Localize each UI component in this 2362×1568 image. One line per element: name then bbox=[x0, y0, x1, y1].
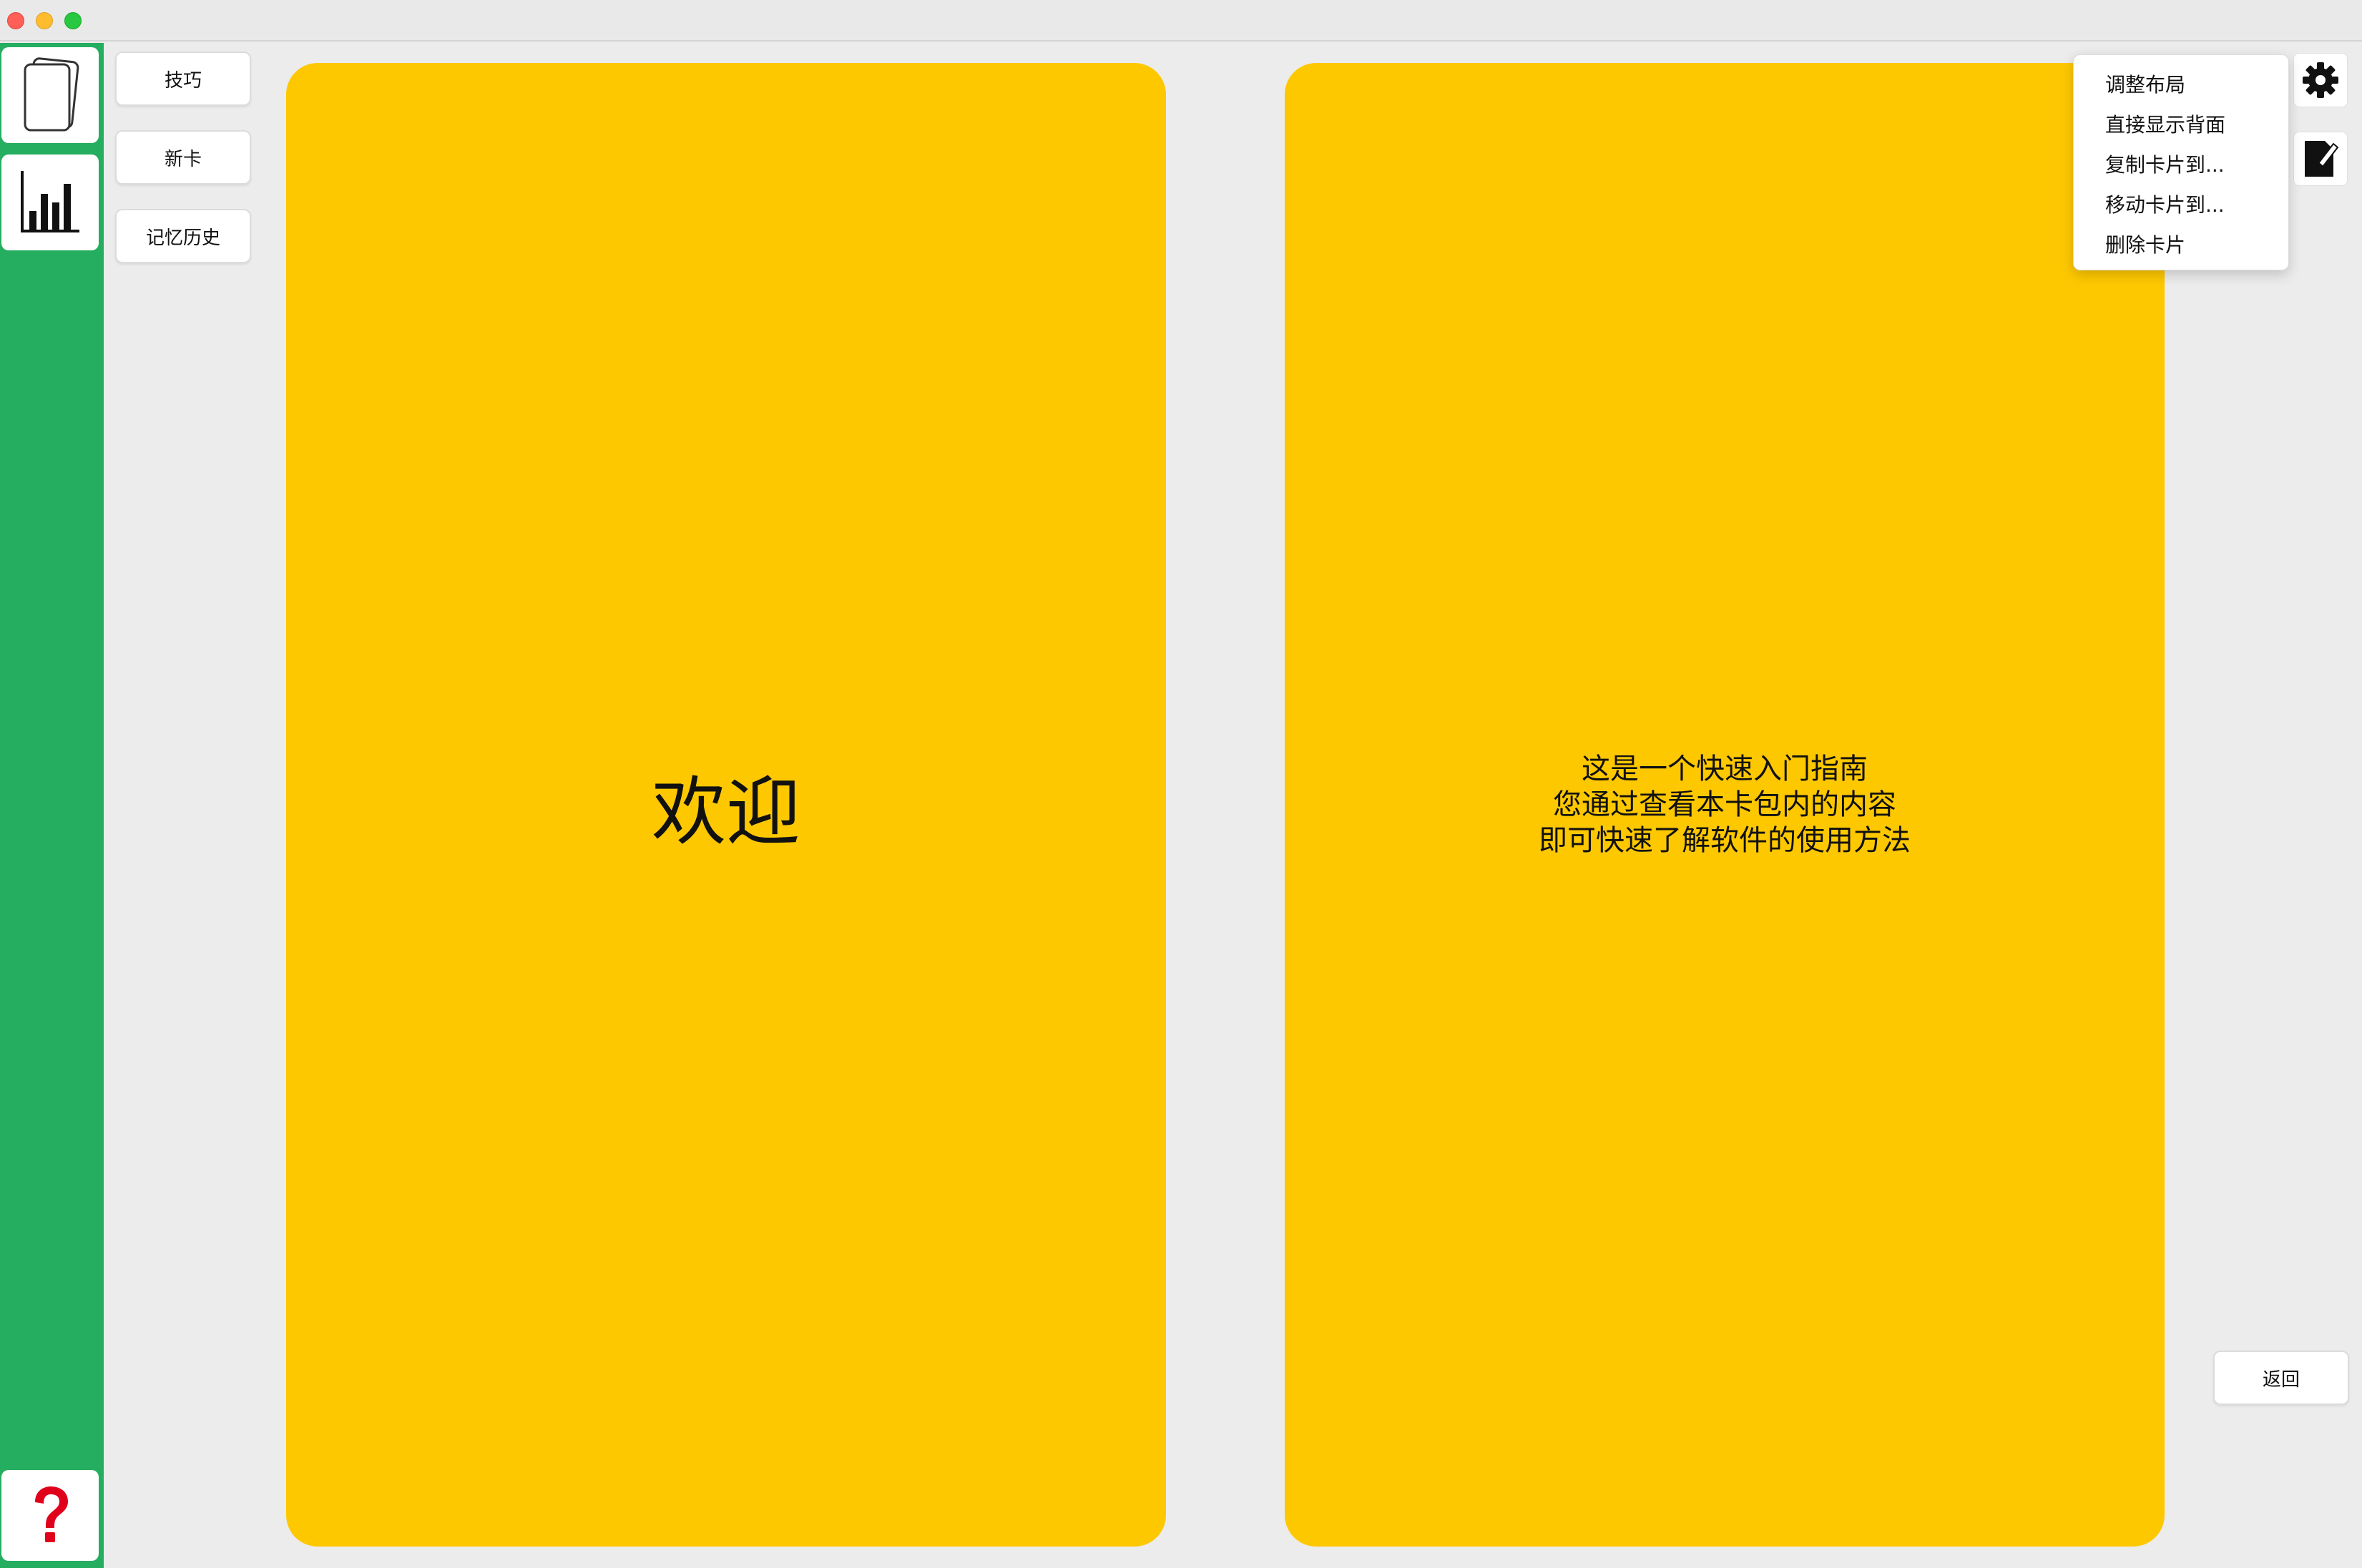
card-options-menu: 调整布局 直接显示背面 复制卡片到... 移动卡片到... 删除卡片 bbox=[2073, 54, 2289, 270]
history-button[interactable]: 记忆历史 bbox=[115, 209, 251, 263]
menu-item-adjust-layout[interactable]: 调整布局 bbox=[2074, 65, 2288, 105]
menu-item-move-card[interactable]: 移动卡片到... bbox=[2074, 185, 2288, 225]
tips-button[interactable]: 技巧 bbox=[115, 52, 251, 106]
card-back-line: 您通过查看本卡包内的内容 bbox=[1553, 788, 1896, 821]
left-rail bbox=[0, 43, 104, 1568]
card-back-text: 这是一个快速入门指南 您通过查看本卡包内的内容 即可快速了解软件的使用方法 bbox=[1539, 751, 1911, 858]
menu-item-show-back[interactable]: 直接显示背面 bbox=[2074, 105, 2288, 145]
rail-cards-button[interactable] bbox=[1, 47, 99, 143]
back-button[interactable]: 返回 bbox=[2213, 1351, 2349, 1405]
settings-button[interactable] bbox=[2293, 53, 2348, 107]
window-minimize-button[interactable] bbox=[36, 12, 53, 29]
window-close-button[interactable] bbox=[7, 12, 24, 29]
card-back[interactable]: 这是一个快速入门指南 您通过查看本卡包内的内容 即可快速了解软件的使用方法 bbox=[1285, 63, 2165, 1547]
gear-icon bbox=[2303, 62, 2338, 98]
question-mark-icon bbox=[35, 1486, 68, 1542]
new-card-button[interactable]: 新卡 bbox=[115, 130, 251, 185]
cards-icon bbox=[24, 57, 79, 132]
card-back-line: 这是一个快速入门指南 bbox=[1582, 753, 1868, 785]
menu-item-delete-card[interactable]: 删除卡片 bbox=[2074, 225, 2288, 265]
edit-note-icon bbox=[2305, 141, 2339, 177]
card-front[interactable]: 欢迎 bbox=[286, 63, 1166, 1547]
rail-help-button[interactable] bbox=[1, 1470, 99, 1561]
edit-card-button[interactable] bbox=[2293, 132, 2348, 186]
card-back-line: 即可快速了解软件的使用方法 bbox=[1539, 824, 1911, 857]
bar-chart-icon bbox=[21, 171, 79, 232]
title-bar bbox=[0, 0, 2362, 41]
app-window: 技巧 新卡 记忆历史 欢迎 这是一个快速入门指南 您通过查看本卡包内的内容 即可… bbox=[0, 0, 2362, 1568]
card-front-text: 欢迎 bbox=[651, 768, 800, 856]
menu-item-copy-card[interactable]: 复制卡片到... bbox=[2074, 145, 2288, 185]
window-maximize-button[interactable] bbox=[64, 12, 82, 29]
rail-stats-button[interactable] bbox=[1, 155, 99, 250]
